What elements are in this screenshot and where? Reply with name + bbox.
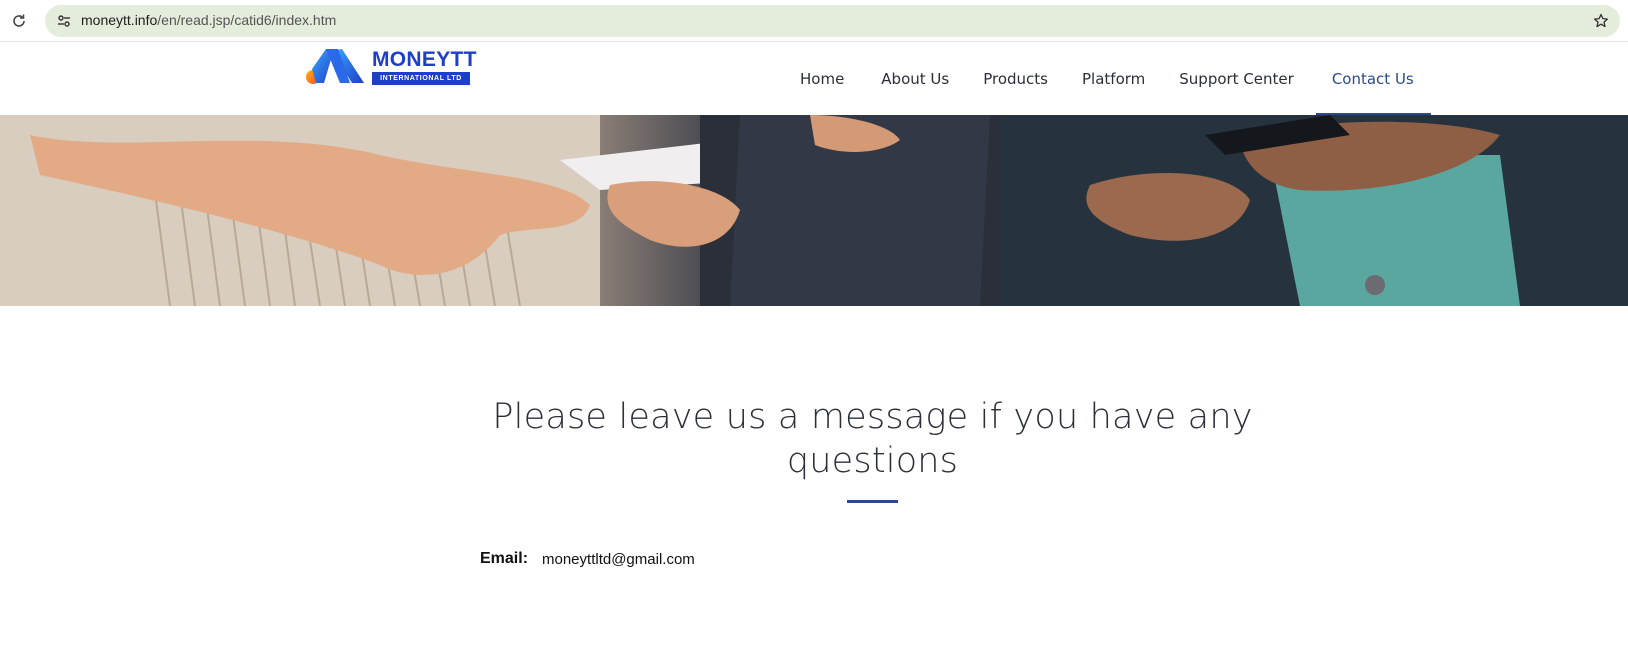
browser-toolbar: moneytt.info/en/read.jsp/catid6/index.ht… [0,0,1628,42]
url-host: moneytt.info [81,12,158,28]
nav-item-about-us[interactable]: About Us [881,43,949,115]
nav-item-products[interactable]: Products [983,43,1048,115]
nav-item-home[interactable]: Home [800,43,844,115]
heading-divider [847,500,898,503]
url-text: moneytt.info/en/read.jsp/catid6/index.ht… [81,12,336,28]
banner-photo [0,115,1628,306]
logo-mark-icon [306,49,364,84]
address-bar[interactable]: moneytt.info/en/read.jsp/catid6/index.ht… [45,5,1620,37]
reload-icon[interactable] [8,10,30,32]
nav-item-contact-us[interactable]: Contact Us [1315,43,1431,115]
site-header: MONEYTT INTERNATIONAL LTD Home About Us … [0,43,1628,115]
hero-banner-image [0,115,1628,306]
bookmark-star-icon[interactable] [1590,10,1612,32]
site-info-icon[interactable] [53,10,75,32]
logo-subtitle: INTERNATIONAL LTD [372,72,470,85]
nav-item-platform[interactable]: Platform [1082,43,1145,115]
page-heading: Please leave us a message if you have an… [492,397,1253,481]
email-label: Email: [480,550,529,567]
nav-item-support-center[interactable]: Support Center [1179,43,1294,115]
main-nav: Home About Us Products Platform Support … [784,43,1431,115]
url-path: /en/read.jsp/catid6/index.htm [157,12,337,28]
logo[interactable]: MONEYTT INTERNATIONAL LTD [304,45,477,87]
email-value: moneyttltd@gmail.com [542,551,695,568]
logo-name: MONEYTT [372,48,477,71]
